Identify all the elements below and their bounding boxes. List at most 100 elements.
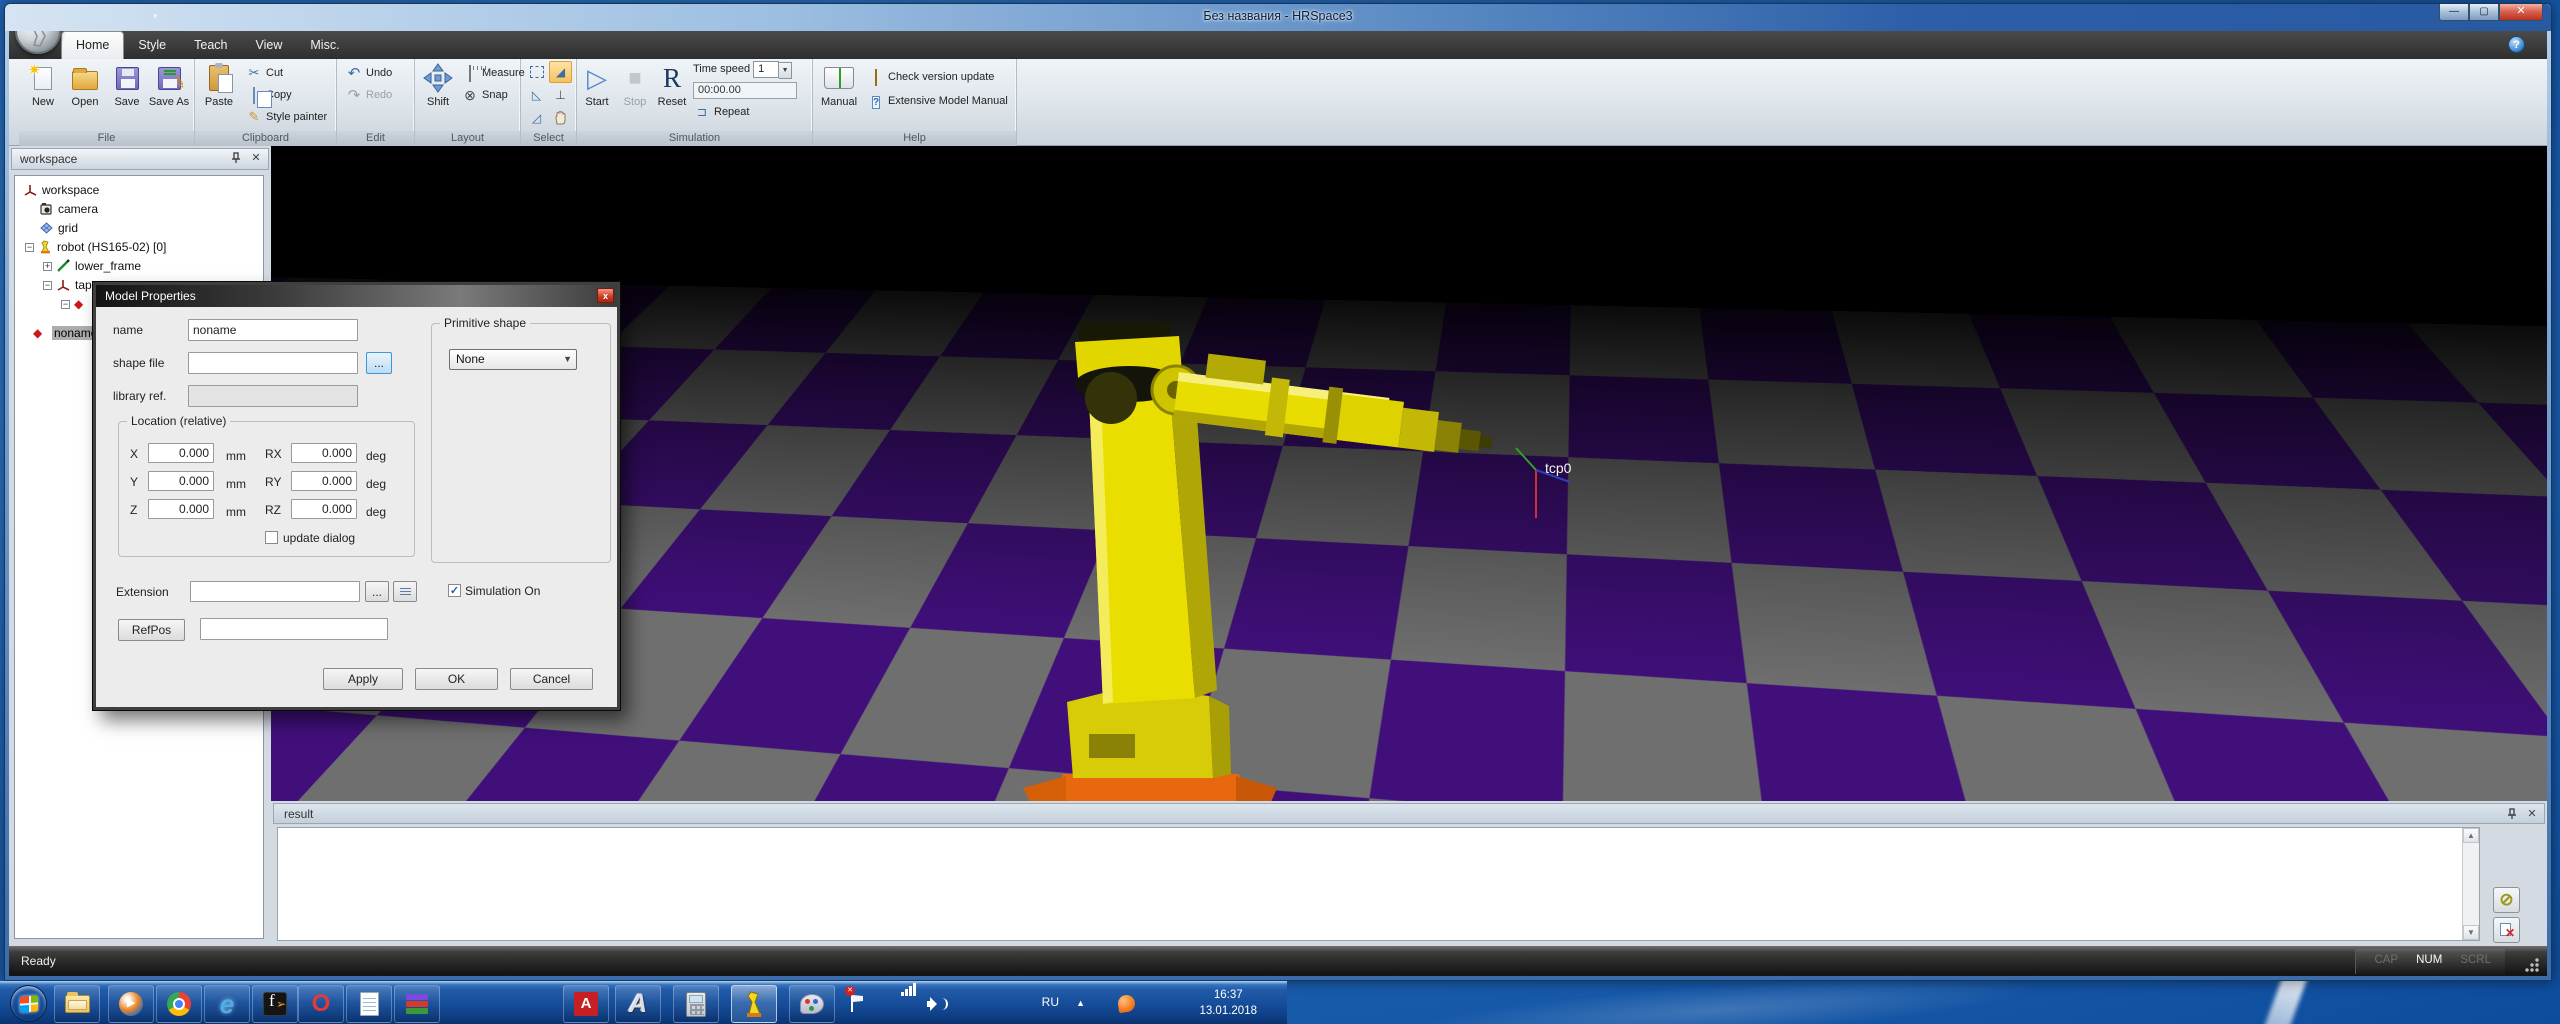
- taskbar-notepad[interactable]: [346, 985, 392, 1023]
- taskbar-hrspace-active[interactable]: [731, 985, 777, 1023]
- minimize-button[interactable]: —: [2439, 4, 2469, 21]
- reset-button[interactable]: R Reset: [653, 61, 691, 129]
- close-panel-icon[interactable]: ✕: [250, 152, 262, 164]
- scroll-down-icon[interactable]: ▼: [2463, 925, 2479, 940]
- tab-home[interactable]: Home: [61, 31, 125, 59]
- clear-result-button[interactable]: ✕: [2493, 917, 2520, 943]
- start-button[interactable]: ▷ Start: [579, 61, 615, 129]
- taskbar-media-player[interactable]: [108, 985, 154, 1023]
- ok-button[interactable]: OK: [415, 668, 498, 690]
- rx-input[interactable]: [291, 443, 357, 463]
- rz-input[interactable]: [291, 499, 357, 519]
- save-as-button[interactable]: ✎ Save As: [148, 61, 190, 129]
- taskbar-opera[interactable]: O: [298, 985, 344, 1023]
- pin-icon[interactable]: [2506, 808, 2518, 820]
- tray-expand-icon[interactable]: ▲: [1076, 998, 1085, 1008]
- taskbar-flash-tool[interactable]: [252, 985, 298, 1023]
- taskbar-autoruns[interactable]: A: [615, 985, 661, 1023]
- extension-list-button[interactable]: [393, 581, 417, 602]
- paste-button[interactable]: Paste: [198, 61, 240, 129]
- tree-item-lower-frame[interactable]: + lower_frame: [17, 257, 261, 275]
- result-scrollbar[interactable]: ▲ ▼: [2462, 828, 2479, 940]
- taskbar-chrome[interactable]: [156, 985, 202, 1023]
- scroll-up-icon[interactable]: ▲: [2463, 828, 2479, 843]
- tab-teach[interactable]: Teach: [180, 31, 241, 59]
- style-painter-button[interactable]: ✎ Style painter: [245, 107, 328, 127]
- y-input[interactable]: [148, 471, 214, 491]
- select-triangle-icon[interactable]: ◿: [525, 107, 548, 129]
- tree-item-grid[interactable]: grid: [17, 219, 261, 237]
- collapse-icon[interactable]: −: [43, 280, 52, 290]
- primitive-shape-select[interactable]: None ▼: [449, 349, 577, 370]
- tree-item-camera[interactable]: camera: [17, 200, 261, 218]
- time-speed-dropdown-icon[interactable]: ▼: [779, 62, 793, 79]
- tree-item-workspace[interactable]: workspace: [17, 181, 261, 199]
- apply-button[interactable]: Apply: [323, 668, 403, 690]
- cancel-button[interactable]: Cancel: [510, 668, 593, 690]
- tab-view[interactable]: View: [242, 31, 297, 59]
- open-button[interactable]: Open: [64, 61, 106, 129]
- refpos-input[interactable]: [200, 618, 388, 640]
- start-button[interactable]: [10, 985, 47, 1022]
- name-input[interactable]: [188, 319, 358, 341]
- collapse-icon[interactable]: −: [61, 299, 70, 309]
- app-menu-orb[interactable]: [15, 31, 61, 54]
- close-panel-icon[interactable]: ✕: [2526, 808, 2538, 820]
- taskbar-calculator[interactable]: [673, 985, 719, 1023]
- titlebar[interactable]: ▾ Без названия - HRSpace3 — ▢ ✕: [5, 4, 2551, 31]
- maximize-button[interactable]: ▢: [2469, 4, 2499, 21]
- stop-button[interactable]: ■ Stop: [617, 61, 653, 129]
- manual-button[interactable]: Manual: [816, 61, 862, 129]
- select-axis-icon[interactable]: ⊥: [549, 84, 572, 106]
- update-dialog-checkbox[interactable]: [265, 531, 278, 544]
- shift-button[interactable]: Shift: [417, 61, 459, 129]
- z-input[interactable]: [148, 499, 214, 519]
- pin-icon[interactable]: [230, 152, 242, 164]
- time-speed-input[interactable]: 1: [753, 61, 780, 78]
- copy-button[interactable]: Copy: [245, 85, 292, 105]
- avast-icon[interactable]: [1116, 993, 1137, 1014]
- select-area-icon[interactable]: [525, 61, 548, 83]
- select-rotate-icon[interactable]: ◢: [549, 61, 572, 83]
- language-indicator[interactable]: RU: [1042, 995, 1059, 1009]
- select-angle-icon[interactable]: ◺: [525, 84, 548, 106]
- extension-browse-button[interactable]: ...: [365, 581, 389, 602]
- taskbar-adobe-reader[interactable]: A: [563, 985, 609, 1023]
- taskbar-internet-explorer[interactable]: e: [204, 985, 250, 1023]
- result-output[interactable]: ▲ ▼: [277, 827, 2480, 941]
- expand-icon[interactable]: +: [43, 261, 52, 271]
- undo-button[interactable]: ↶ Undo: [345, 63, 393, 83]
- taskbar-winrar[interactable]: [394, 985, 440, 1023]
- tab-misc[interactable]: Misc.: [296, 31, 353, 59]
- model-manual-button[interactable]: ? Extensive Model Manual: [867, 91, 1008, 111]
- check-update-button[interactable]: Check version update: [867, 67, 994, 87]
- taskbar-windows-explorer[interactable]: [54, 985, 100, 1023]
- snap-button[interactable]: ⊗ Snap: [461, 85, 508, 105]
- clear-block-button[interactable]: ⊘: [2493, 887, 2520, 913]
- quick-access-caret-icon[interactable]: ▾: [153, 11, 158, 22]
- close-button[interactable]: ✕: [2499, 4, 2543, 21]
- x-input[interactable]: [148, 443, 214, 463]
- shape-file-input[interactable]: [188, 352, 358, 374]
- taskbar-paint[interactable]: [789, 985, 835, 1023]
- measure-button[interactable]: Measure: [461, 63, 525, 83]
- extension-input[interactable]: [190, 581, 360, 602]
- resize-grip[interactable]: [2525, 958, 2539, 972]
- tab-style[interactable]: Style: [124, 31, 180, 59]
- shape-file-browse-button[interactable]: ...: [366, 352, 392, 374]
- redo-button[interactable]: ↷ Redo: [345, 85, 393, 105]
- tray-clock[interactable]: 16:37 13.01.2018: [1199, 987, 1257, 1019]
- simulation-on-checkbox[interactable]: ✓: [448, 584, 461, 597]
- collapse-icon[interactable]: −: [25, 242, 34, 252]
- ry-input[interactable]: [291, 471, 357, 491]
- dialog-close-icon[interactable]: x: [597, 288, 614, 303]
- tree-item-robot[interactable]: − robot (HS165-02) [0]: [17, 238, 261, 256]
- help-icon[interactable]: ?: [2508, 36, 2525, 53]
- dialog-titlebar[interactable]: Model Properties x: [96, 285, 617, 307]
- refpos-button[interactable]: RefPos: [118, 619, 185, 641]
- select-pan-hand-icon[interactable]: [549, 107, 572, 129]
- repeat-checkbox[interactable]: ⊐ Repeat: [693, 102, 809, 122]
- new-button[interactable]: ✷ New: [22, 61, 64, 129]
- cut-button[interactable]: ✂ Cut: [245, 63, 284, 83]
- save-button[interactable]: Save: [106, 61, 148, 129]
